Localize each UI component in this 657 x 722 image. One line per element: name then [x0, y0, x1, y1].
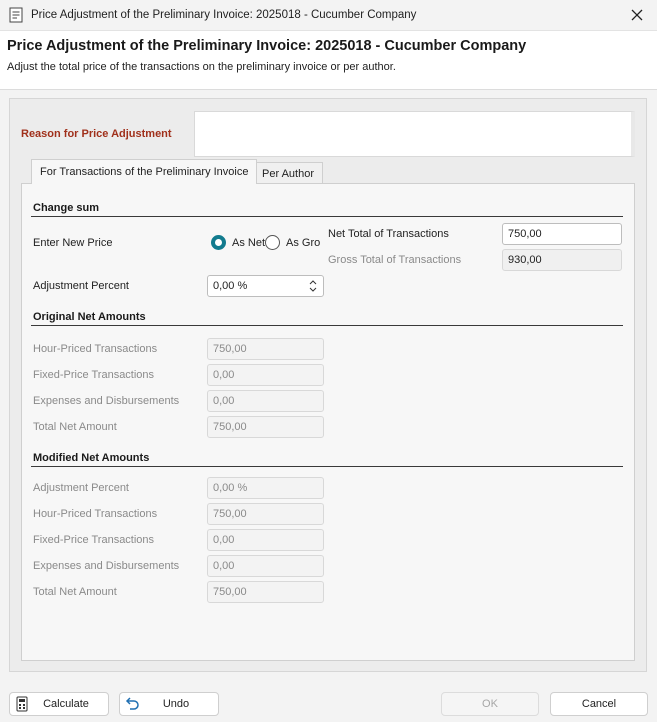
calculator-icon	[16, 696, 28, 712]
as-net-label[interactable]: As Net	[232, 237, 265, 249]
title-bar: Price Adjustment of the Preliminary Invo…	[0, 0, 657, 30]
cancel-button[interactable]: Cancel	[550, 692, 648, 716]
close-icon[interactable]	[629, 7, 645, 23]
window-title: Price Adjustment of the Preliminary Invo…	[31, 9, 417, 21]
calculate-label: Calculate	[43, 698, 89, 710]
as-gross-radio[interactable]	[265, 235, 280, 250]
mod-adjustment-percent-label: Adjustment Percent	[33, 482, 129, 494]
orig-total-net-field: 750,00	[207, 416, 324, 438]
orig-hour-priced-label: Hour-Priced Transactions	[33, 343, 158, 355]
mod-total-net-field: 750,00	[207, 581, 324, 603]
mod-expenses-field: 0,00	[207, 555, 324, 577]
reason-label: Reason for Price Adjustment	[21, 128, 172, 140]
orig-total-net-label: Total Net Amount	[33, 421, 117, 433]
gross-total-field: 930,00	[502, 249, 622, 271]
mod-fixed-price-label: Fixed-Price Transactions	[33, 534, 155, 546]
orig-fixed-price-label: Fixed-Price Transactions	[33, 369, 155, 381]
enter-new-price-label: Enter New Price	[33, 237, 113, 249]
as-net-radio[interactable]	[211, 235, 226, 250]
reason-input[interactable]	[194, 111, 635, 157]
net-total-input[interactable]: 750,00	[502, 223, 622, 245]
mod-adjustment-percent-field: 0,00 %	[207, 477, 324, 499]
undo-button[interactable]: Undo	[119, 692, 219, 716]
ok-button[interactable]: OK	[441, 692, 539, 716]
calculate-button[interactable]: Calculate	[9, 692, 109, 716]
mod-hour-priced-label: Hour-Priced Transactions	[33, 508, 158, 520]
section-divider	[31, 216, 623, 217]
tab-per-author[interactable]: Per Author	[253, 162, 323, 184]
as-gross-label[interactable]: As Gro	[286, 237, 320, 249]
mod-fixed-price-field: 0,00	[207, 529, 324, 551]
adjustment-percent-stepper[interactable]: 0,00 %	[207, 275, 324, 297]
orig-expenses-label: Expenses and Disbursements	[33, 395, 180, 407]
section-original-net-heading: Original Net Amounts	[33, 311, 146, 323]
undo-label: Undo	[162, 698, 190, 710]
section-divider	[31, 325, 623, 326]
invoice-document-icon	[9, 7, 23, 23]
gross-total-label: Gross Total of Transactions	[328, 254, 462, 266]
undo-icon	[125, 697, 139, 710]
tab-transactions[interactable]: For Transactions of the Preliminary Invo…	[31, 159, 258, 184]
adjustment-percent-value: 0,00 %	[213, 280, 248, 292]
dialog-header: Price Adjustment of the Preliminary Invo…	[0, 30, 657, 90]
orig-hour-priced-field: 750,00	[207, 338, 324, 360]
orig-fixed-price-field: 0,00	[207, 364, 324, 386]
spinner-updown-icon[interactable]	[308, 279, 318, 293]
dialog-title: Price Adjustment of the Preliminary Invo…	[7, 38, 527, 54]
adjustment-percent-label: Adjustment Percent	[33, 280, 129, 292]
section-change-sum-heading: Change sum	[33, 202, 100, 214]
mod-expenses-label: Expenses and Disbursements	[33, 560, 180, 572]
dialog-subtitle: Adjust the total price of the transactio…	[7, 61, 396, 73]
section-divider	[31, 466, 623, 467]
section-modified-net-heading: Modified Net Amounts	[33, 452, 150, 464]
mod-hour-priced-field: 750,00	[207, 503, 324, 525]
orig-expenses-field: 0,00	[207, 390, 324, 412]
mod-total-net-label: Total Net Amount	[33, 586, 117, 598]
net-total-label: Net Total of Transactions	[328, 228, 449, 240]
